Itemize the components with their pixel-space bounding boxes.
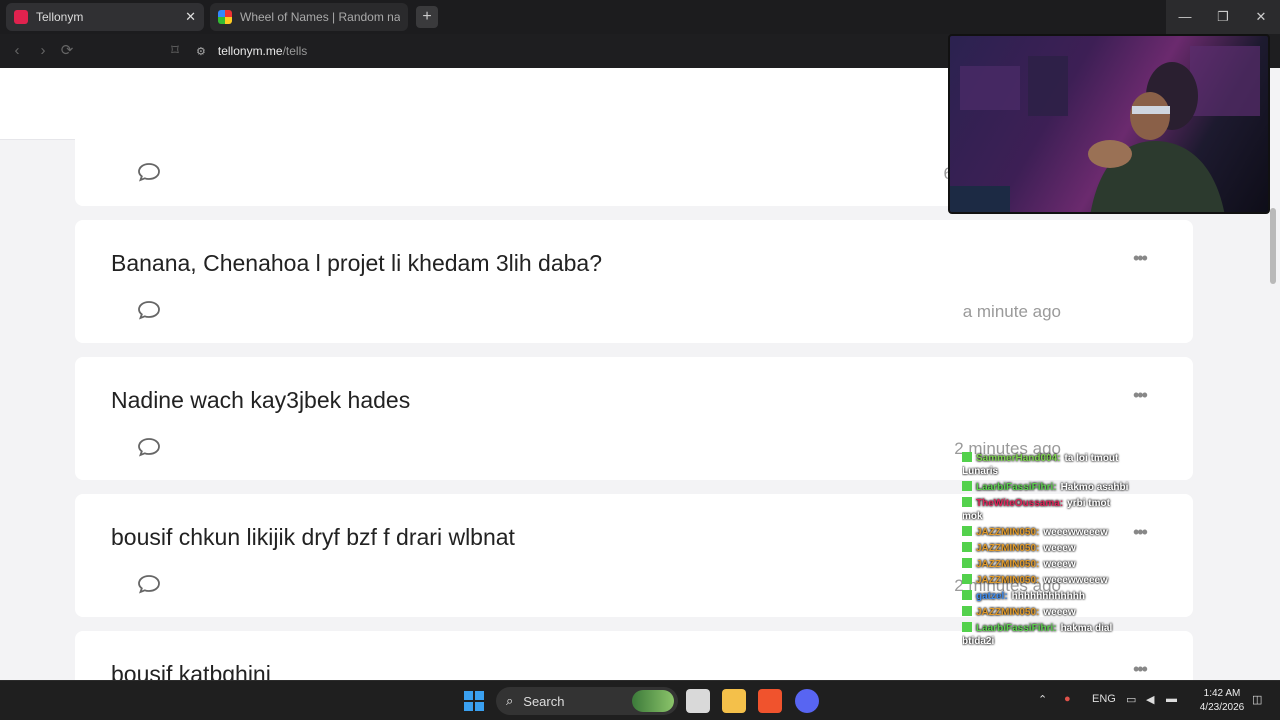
tab-title: Tellonym: [36, 10, 84, 24]
back-arrow-icon[interactable]: ‹: [8, 42, 26, 60]
more-options-button[interactable]: •••: [1133, 385, 1148, 406]
site-settings-icon[interactable]: ⚙: [196, 45, 206, 58]
chat-badge-icon: [962, 542, 972, 552]
chat-message: JAZZMIN050: weeewweeew: [962, 526, 1132, 539]
network-icon[interactable]: ▭: [1126, 693, 1136, 706]
search-icon: ⌕: [506, 693, 514, 708]
tellonym-favicon-icon: [14, 10, 28, 24]
restore-button[interactable]: ❐: [1204, 0, 1242, 34]
tell-question: Banana, Chenahoa l projet li khedam 3lih…: [111, 250, 603, 276]
microphone-icon[interactable]: ●: [1064, 693, 1071, 705]
url-host: tellonym.me: [217, 44, 283, 58]
search-label: Search: [523, 693, 565, 709]
chat-message: JAZZMIN050: weeewweeew: [962, 574, 1132, 587]
tab-wheel-of-names[interactable]: Wheel of Names | Random name pic: [210, 3, 408, 31]
reload-icon[interactable]: ⟳: [58, 42, 76, 60]
chat-message: SammerHand004: ta loi tmout Lunaris: [962, 452, 1119, 477]
bookmark-icon[interactable]: ⌑: [166, 42, 184, 60]
chat-message: JAZZMIN050: weeew: [962, 558, 1132, 571]
comment-bubble-icon[interactable]: [137, 435, 161, 459]
chat-message: JAZZMIN050: weeew: [962, 542, 1132, 555]
comment-bubble-icon[interactable]: [137, 160, 161, 184]
tell-question: bousif chkun likijik dryf bzf f drari wl…: [111, 524, 515, 550]
windows-start-icon[interactable]: [462, 689, 486, 713]
scrollbar-thumb[interactable]: [1270, 208, 1276, 284]
chat-badge-icon: [962, 497, 972, 507]
browser-tab-bar: Tellonym ✕ Wheel of Names | Random name …: [0, 0, 1280, 34]
chat-badge-icon: [962, 452, 972, 462]
url-path: /tells: [282, 44, 308, 58]
streamer-webcam-image: [950, 46, 1260, 212]
comment-bubble-icon[interactable]: [137, 572, 161, 596]
new-tab-button[interactable]: +: [416, 6, 438, 28]
chat-badge-icon: [962, 481, 972, 491]
chat-message: LaarbiFassiFihri: Hakmo asahbi: [962, 481, 1132, 494]
webcam-overlay: [948, 34, 1270, 214]
url-field[interactable]: ⚙ tellonym.me /tells: [196, 40, 307, 62]
tell-card: Banana, Chenahoa l projet li khedam 3lih…: [75, 220, 1193, 343]
taskbar-clock[interactable]: 1:42 AM 4/23/2026: [1194, 687, 1250, 715]
stream-chat-overlay: SammerHand004: ta loi tmout Lunaris Laarb…: [962, 452, 1132, 670]
forward-arrow-icon[interactable]: ›: [34, 42, 52, 60]
clock-time: 1:42 AM: [1203, 688, 1241, 699]
chat-message: LaarbiFassiFihri: hakma dial btida2i: [962, 622, 1113, 647]
show-hidden-icons-chevron-icon[interactable]: ⌃: [1038, 693, 1047, 706]
battery-icon[interactable]: ▬: [1166, 693, 1177, 705]
close-window-button[interactable]: ✕: [1242, 0, 1280, 34]
more-options-button[interactable]: •••: [1133, 659, 1148, 680]
comment-bubble-icon[interactable]: [137, 298, 161, 322]
wheel-favicon-icon: [218, 10, 232, 24]
chat-badge-icon: [962, 590, 972, 600]
more-options-button[interactable]: •••: [1133, 522, 1148, 543]
close-tab-icon[interactable]: ✕: [185, 9, 196, 25]
more-options-button[interactable]: •••: [1133, 248, 1148, 269]
tab-title: Wheel of Names | Random name pic: [240, 10, 400, 24]
chat-message: JAZZMIN050: weeew: [962, 606, 1132, 619]
chat-badge-icon: [962, 526, 972, 536]
chat-badge-icon: [962, 574, 972, 584]
chat-badge-icon: [962, 606, 972, 616]
notifications-icon[interactable]: ◫: [1252, 693, 1262, 706]
widgets-icon[interactable]: [632, 690, 674, 712]
discord-icon[interactable]: [795, 689, 819, 713]
tell-question: Nadine wach kay3jbek hades: [111, 387, 411, 413]
volume-icon[interactable]: ◀: [1146, 693, 1154, 706]
windows-taskbar: ⌕ Search ⌃ ● ENG ▭ ◀ ▬ 1:42 AM 4/23/2026…: [0, 680, 1280, 720]
tell-question: bousif katbghini: [111, 661, 271, 680]
chat-badge-icon: [962, 622, 972, 632]
chat-message: TheWiteOussama: yrbi tmot mok: [962, 497, 1110, 522]
language-indicator[interactable]: ENG: [1092, 693, 1116, 705]
chat-message: gatzel: hhhhhhhhhhhh: [962, 590, 1132, 603]
tell-time: a minute ago: [962, 302, 1061, 321]
task-view-icon[interactable]: [686, 689, 710, 713]
brave-browser-icon[interactable]: [758, 689, 782, 713]
chat-badge-icon: [962, 558, 972, 568]
file-explorer-icon[interactable]: [722, 689, 746, 713]
minimize-button[interactable]: —: [1166, 0, 1204, 34]
clock-date: 4/23/2026: [1199, 702, 1245, 713]
tab-tellonym[interactable]: Tellonym ✕: [6, 3, 204, 31]
